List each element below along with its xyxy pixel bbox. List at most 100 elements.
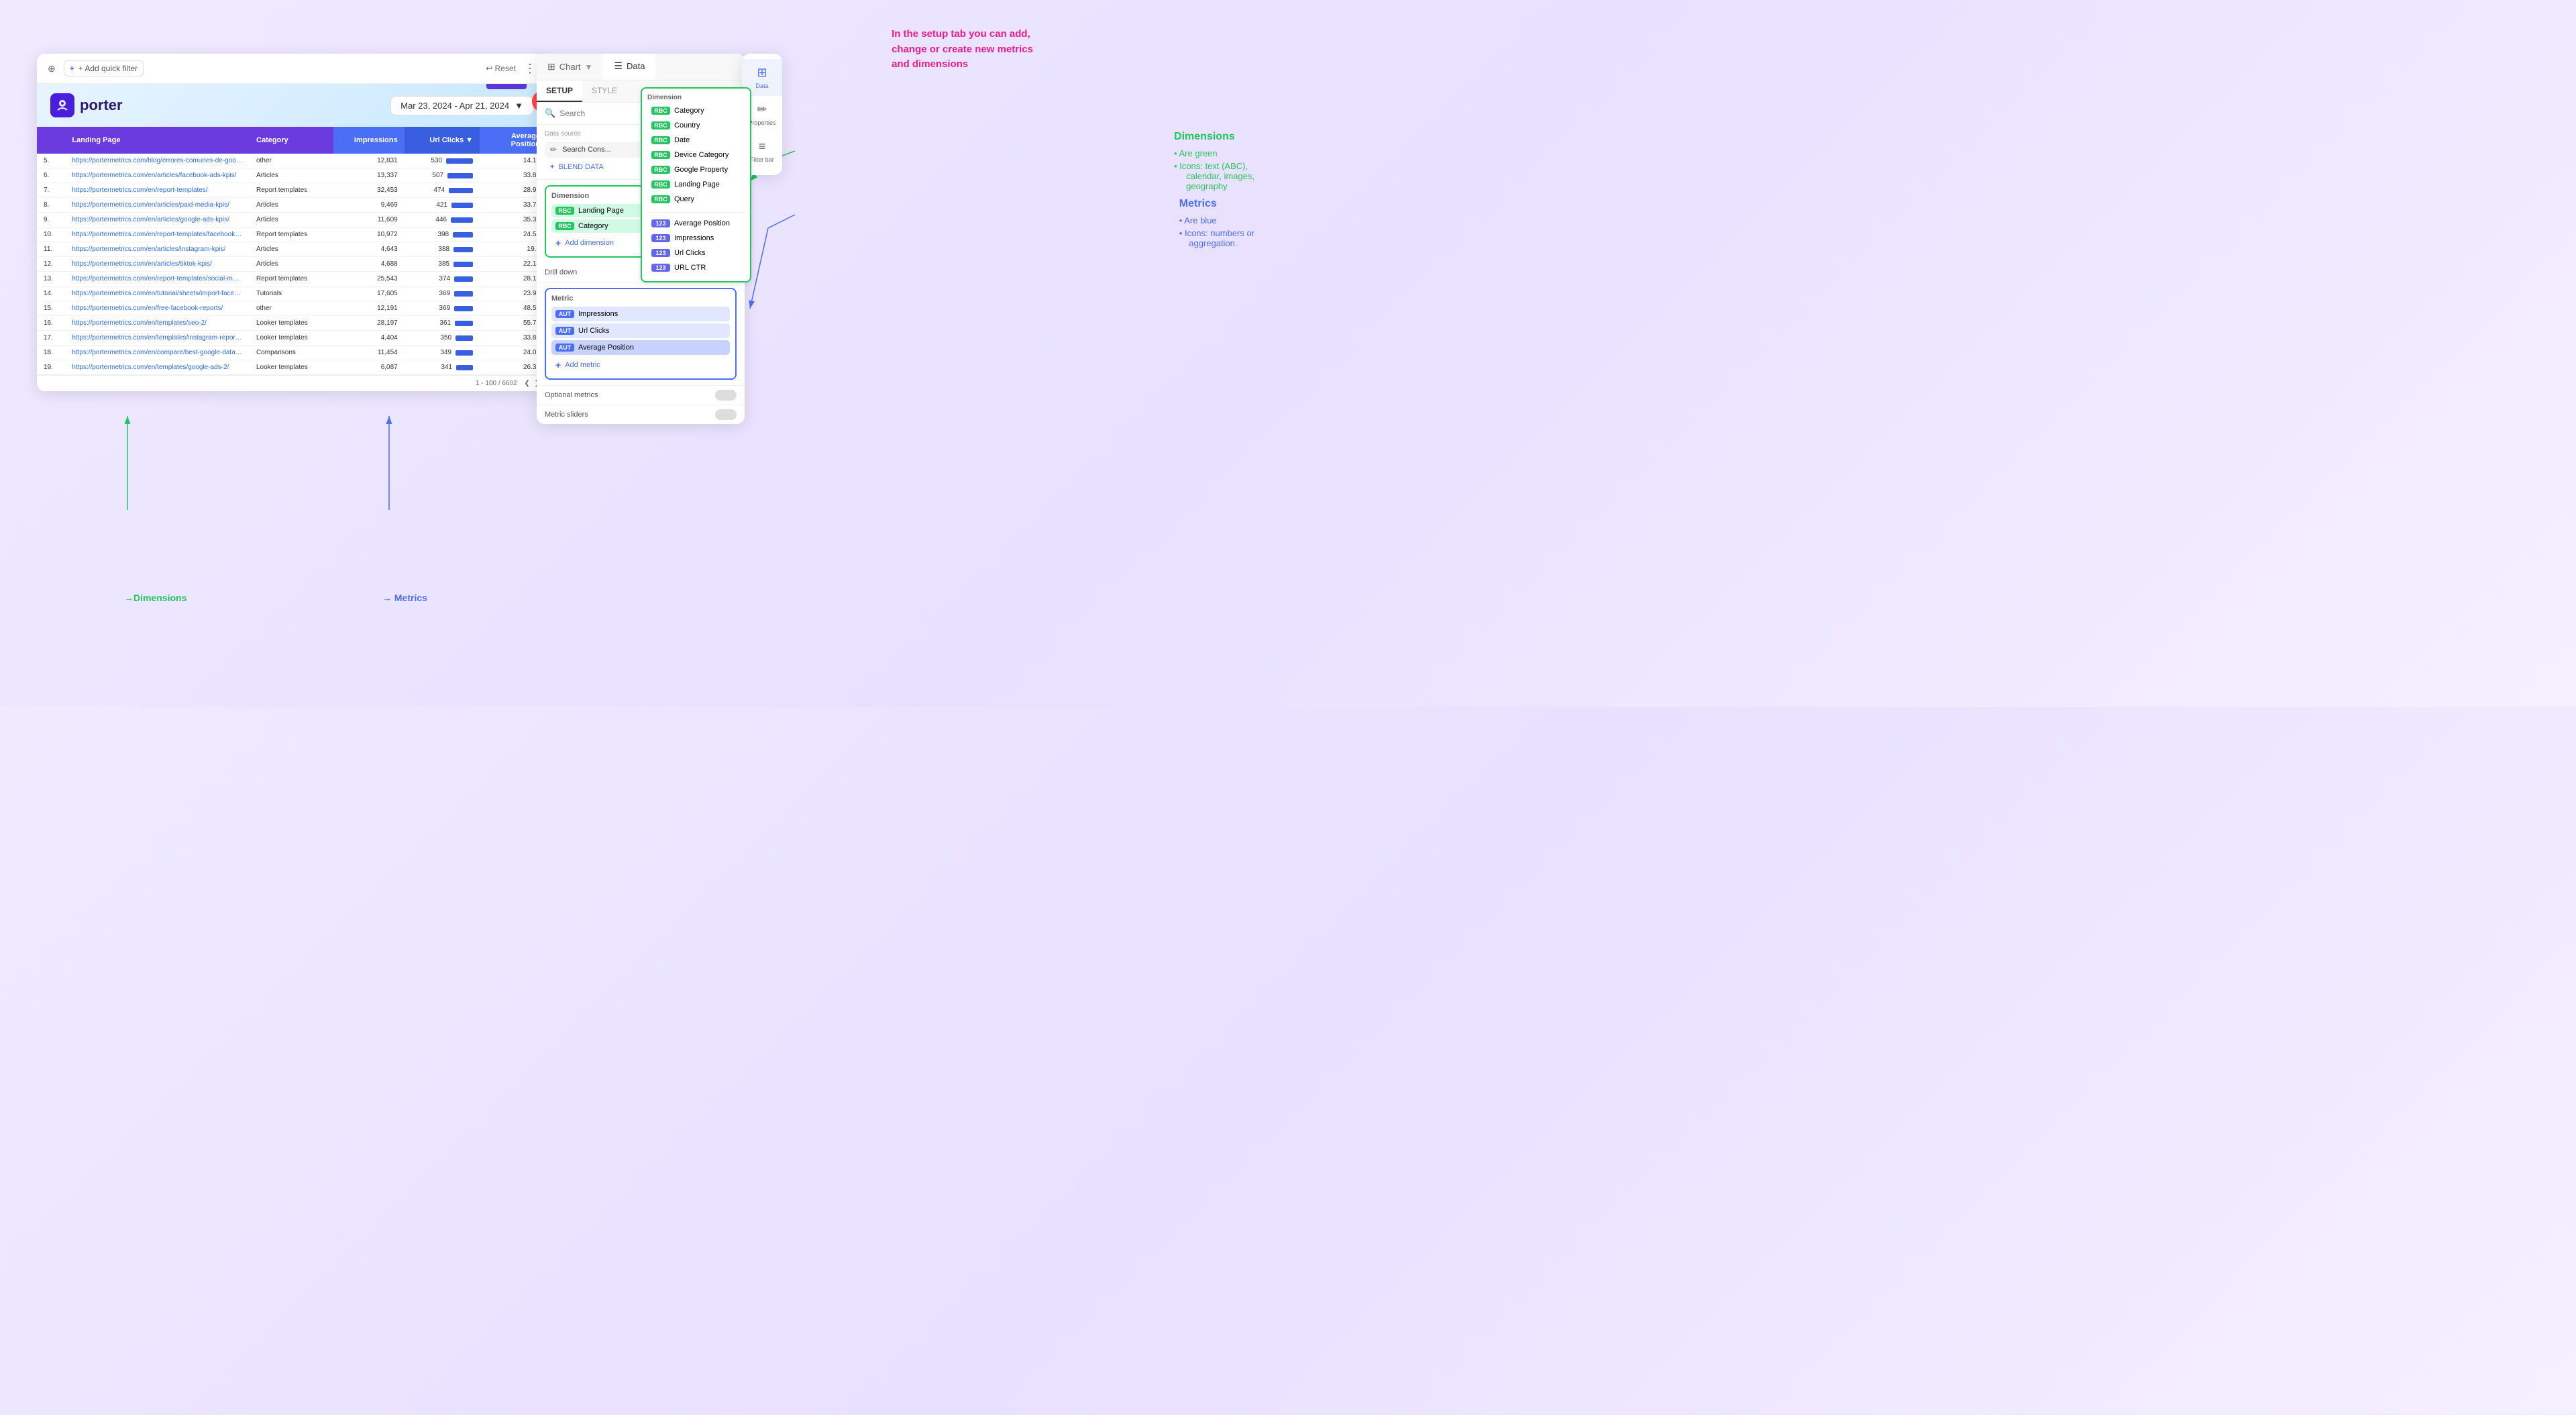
optional-metrics-toggle[interactable] <box>715 390 737 401</box>
header-decoration <box>486 84 527 89</box>
right-dim-title: Dimension <box>647 94 745 101</box>
url-clicks-header[interactable]: Url Clicks ▼ <box>405 127 480 154</box>
tab-data[interactable]: ☰ Data <box>603 54 655 80</box>
row-number: 18. <box>37 346 65 360</box>
row-number: 11. <box>37 242 65 257</box>
right-dim-label: Country <box>674 121 700 129</box>
metric-sliders-toggle[interactable] <box>715 409 737 420</box>
url-cell: https://portermetrics.com/en/articles/ti… <box>65 257 250 272</box>
clicks-cell: 374 <box>405 272 480 286</box>
impressions-header[interactable]: Impressions <box>333 127 405 154</box>
metric-item[interactable]: AUT Impressions <box>551 307 730 321</box>
right-dim-label: Category <box>674 107 704 115</box>
metric-sliders-label: Metric sliders <box>545 411 588 419</box>
right-dim-label: Google Property <box>674 166 728 174</box>
url-cell: https://portermetrics.com/en/tutorial/sh… <box>65 286 250 301</box>
metric-item[interactable]: AUT Url Clicks <box>551 323 730 338</box>
right-dim-item[interactable]: RBC Query <box>647 193 745 206</box>
table-row: 15. https://portermetrics.com/en/free-fa… <box>37 301 547 316</box>
impressions-cell: 4,688 <box>333 257 405 272</box>
clicks-cell: 341 <box>405 360 480 375</box>
date-picker[interactable]: Mar 23, 2024 - Apr 21, 2024 ▼ <box>390 96 533 115</box>
right-dim-badge: RBC <box>651 166 670 174</box>
dim-badge: RBC <box>555 222 574 230</box>
right-metric-item[interactable]: 123 Url Clicks <box>647 246 745 260</box>
properties-icon: ✏ <box>757 103 767 117</box>
metrics-annotation-title: Metrics <box>1179 198 1254 210</box>
right-metric-label: URL CTR <box>674 264 706 272</box>
category-header[interactable]: Category <box>250 127 333 154</box>
table-row: 8. https://portermetrics.com/en/articles… <box>37 198 547 213</box>
impressions-cell: 6,087 <box>333 360 405 375</box>
setup-tab[interactable]: SETUP <box>537 81 582 102</box>
url-cell: https://portermetrics.com/en/report-temp… <box>65 227 250 242</box>
landing-page-header[interactable]: Landing Page <box>65 127 250 154</box>
add-filter-button[interactable]: + + Add quick filter <box>64 60 144 76</box>
table-container: Landing Page Category Impressions Url Cl… <box>37 127 547 391</box>
right-dim-badge: RBC <box>651 107 670 115</box>
right-dim-item[interactable]: RBC Landing Page <box>647 178 745 191</box>
porter-logo: porter <box>50 93 123 117</box>
metric-section-header: Metric <box>551 295 730 303</box>
right-dim-label: Query <box>674 195 694 203</box>
table-row: 13. https://portermetrics.com/en/report-… <box>37 272 547 286</box>
dropdown-icon: ▼ <box>515 101 523 111</box>
date-range-text: Mar 23, 2024 - Apr 21, 2024 <box>400 101 509 111</box>
right-dim-item[interactable]: RBC Device Category <box>647 148 745 162</box>
right-dim-item[interactable]: RBC Date <box>647 134 745 147</box>
metric-badge: AUT <box>555 344 574 352</box>
table-row: 12. https://portermetrics.com/en/article… <box>37 257 547 272</box>
table-row: 18. https://portermetrics.com/en/compare… <box>37 346 547 360</box>
impressions-cell: 4,404 <box>333 331 405 346</box>
right-metric-item[interactable]: 123 Average Position <box>647 217 745 230</box>
metric-badge: AUT <box>555 310 574 318</box>
right-dim-badge: RBC <box>651 121 670 129</box>
impressions-cell: 13,337 <box>333 168 405 183</box>
clicks-cell: 507 <box>405 168 480 183</box>
chart-tab-arrow: ▼ <box>585 62 593 72</box>
category-cell: Report templates <box>250 272 333 286</box>
filter-bar: ⊕ + + Add quick filter ↩ Reset ⋮ <box>37 54 547 84</box>
prev-page[interactable]: ❮ <box>524 380 529 387</box>
dim-point-2: Icons: text (ABC), calendar, images, geo… <box>1174 160 1254 193</box>
right-metric-badge: 123 <box>651 219 670 227</box>
right-dim-badge: RBC <box>651 151 670 159</box>
url-cell: https://portermetrics.com/en/articles/fa… <box>65 168 250 183</box>
data-icon: ⊞ <box>757 66 767 80</box>
optional-metrics-row: Optional metrics <box>537 385 745 405</box>
tab-chart[interactable]: ⊞ Chart ▼ <box>537 54 603 80</box>
row-number: 5. <box>37 154 65 168</box>
drill-down-label: Drill down <box>545 268 577 276</box>
category-cell: Report templates <box>250 227 333 242</box>
metric-item[interactable]: AUT Average Position <box>551 340 730 355</box>
right-metric-item[interactable]: 123 URL CTR <box>647 261 745 274</box>
row-number: 16. <box>37 316 65 331</box>
right-dim-item[interactable]: RBC Google Property <box>647 163 745 176</box>
table-row: 11. https://portermetrics.com/en/article… <box>37 242 547 257</box>
clicks-cell: 350 <box>405 331 480 346</box>
url-cell: https://portermetrics.com/en/articles/in… <box>65 242 250 257</box>
row-number: 9. <box>37 213 65 227</box>
more-options-button[interactable]: ⋮ <box>524 62 536 76</box>
reset-button[interactable]: ↩ Reset <box>486 64 516 73</box>
row-number: 17. <box>37 331 65 346</box>
category-cell: Looker templates <box>250 331 333 346</box>
right-dim-item[interactable]: RBC Category <box>647 104 745 117</box>
dimensions-arrow-label: →Dimensions <box>124 592 186 603</box>
url-cell: https://portermetrics.com/en/articles/pa… <box>65 198 250 213</box>
clicks-cell: 369 <box>405 301 480 316</box>
url-cell: https://portermetrics.com/en/report-temp… <box>65 272 250 286</box>
panel-tabs: ⊞ Chart ▼ ☰ Data <box>537 54 745 81</box>
clicks-cell: 530 <box>405 154 480 168</box>
style-tab[interactable]: STYLE <box>582 81 627 102</box>
right-dim-item[interactable]: RBC Country <box>647 119 745 132</box>
add-metric-button[interactable]: + Add metric <box>551 357 730 373</box>
right-metric-badge: 123 <box>651 249 670 257</box>
url-cell: https://portermetrics.com/en/templates/i… <box>65 331 250 346</box>
dimensions-annotation: Dimensions Are green Icons: text (ABC), … <box>1174 131 1254 193</box>
row-number: 13. <box>37 272 65 286</box>
metrics-annotation: Metrics Are blue Icons: numbers or aggre… <box>1179 198 1254 250</box>
right-metric-item[interactable]: 123 Impressions <box>647 231 745 245</box>
row-number: 6. <box>37 168 65 183</box>
category-cell: Articles <box>250 242 333 257</box>
